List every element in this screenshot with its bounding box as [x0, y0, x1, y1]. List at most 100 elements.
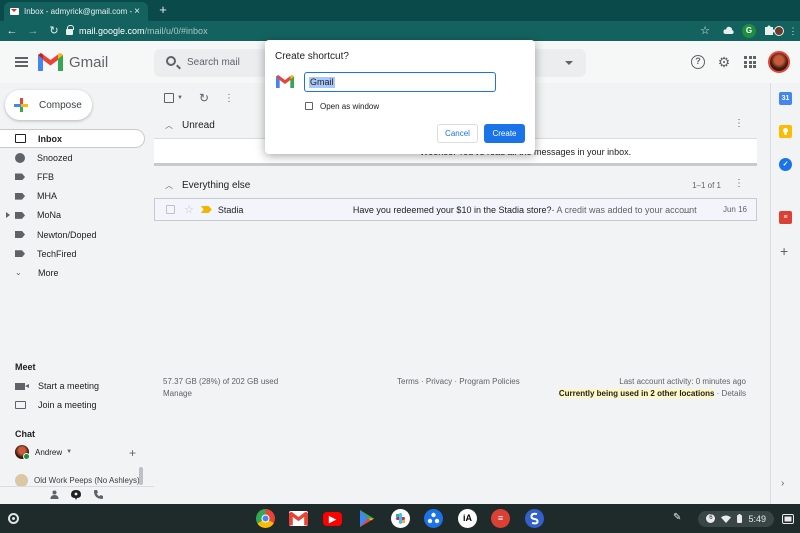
lock-icon [66, 24, 74, 35]
expand-panel-chevron-icon[interactable]: › [781, 478, 784, 489]
more-options-icon[interactable]: ⋮ [224, 93, 234, 104]
mail-subject: Have you redeemed your $10 in the Stadia… [352, 204, 552, 215]
chat-scrollbar[interactable] [139, 467, 143, 485]
section-more-icon[interactable]: ⋮ [734, 119, 744, 129]
sidebar-item-newton-doped[interactable]: Newton/Doped [0, 225, 150, 244]
gmail-icon[interactable] [289, 511, 308, 526]
person-icon[interactable] [48, 490, 60, 502]
search-icon[interactable] [166, 56, 176, 66]
tablet-mode-icon[interactable] [782, 513, 794, 524]
browser-profile-avatar[interactable] [774, 26, 784, 36]
join-meeting-button[interactable]: Join a meeting [15, 398, 97, 412]
details-link[interactable]: · Details [714, 389, 746, 398]
new-chat-button[interactable]: + [129, 446, 136, 460]
importance-marker-icon[interactable] [200, 206, 212, 213]
side-panel: 31 ✓ ≡ + › [770, 83, 800, 504]
expand-arrow-icon[interactable] [6, 211, 10, 218]
phone-icon[interactable] [92, 490, 104, 502]
sidebar-item-more[interactable]: ⌄ More [0, 263, 150, 282]
sidebar-item-mona[interactable]: MoNa [0, 206, 150, 225]
everything-else-section-header[interactable]: ︿ Everything else [154, 172, 757, 198]
other-locations-highlight: Currently being used in 2 other location… [558, 389, 715, 398]
chrome-icon[interactable] [256, 509, 275, 528]
ia-writer-icon[interactable]: iA [458, 509, 477, 528]
sidebar-item-label: MHA [37, 191, 57, 202]
start-meeting-label: Start a meeting [38, 381, 100, 391]
url-path: /mail/u/0/#inbox [144, 26, 208, 36]
youtube-icon[interactable]: ▶ [323, 512, 342, 526]
select-all-checkbox[interactable] [164, 93, 174, 103]
list-toolbar: ▼ ↻ ⋮ [164, 91, 234, 105]
keep-app-icon[interactable] [779, 125, 792, 138]
create-button[interactable]: Create [484, 124, 525, 143]
start-meeting-button[interactable]: Start a meeting [15, 379, 99, 393]
browser-tab-inbox[interactable]: Inbox - admyrick@gmail.com - G × [4, 2, 148, 21]
back-button[interactable]: ← [3, 22, 21, 40]
account-avatar[interactable] [768, 51, 790, 73]
open-as-window-label[interactable]: Open as window [320, 102, 379, 111]
tab-close-icon[interactable]: × [132, 6, 142, 17]
shortcut-name-input[interactable] [304, 72, 496, 92]
chevron-down-icon: ▼ [66, 449, 73, 455]
chat-group-name: Old Work Peeps (No Ashleys) [34, 476, 140, 485]
compose-button[interactable]: Compose [5, 90, 92, 120]
sidebar-item-techfired[interactable]: TechFired [0, 244, 150, 263]
new-tab-button[interactable]: + [156, 2, 170, 18]
refresh-icon[interactable]: ↻ [199, 91, 209, 105]
create-shortcut-dialog: Create shortcut? Gmail Open as window Ca… [265, 40, 535, 154]
cancel-button[interactable]: Cancel [437, 124, 478, 143]
chat-user-name: Andrew [35, 447, 63, 457]
open-as-window-checkbox[interactable] [305, 102, 313, 110]
search-options-caret-icon[interactable] [565, 61, 573, 65]
stylus-tools-icon[interactable]: ✎ [673, 512, 681, 523]
sidebar-item-inbox[interactable]: Inbox [0, 129, 145, 149]
reload-button[interactable]: ↻ [45, 22, 63, 40]
chevron-down-icon: ⌄ [15, 268, 22, 278]
status-tray[interactable]: 6 5:49 [698, 509, 794, 528]
terms-links[interactable]: Terms · Privacy · Program Policies [397, 377, 520, 386]
mail-row[interactable]: ☆ Stadia Have you redeemed your $10 in t… [154, 198, 757, 221]
status-pill[interactable]: 6 5:49 [698, 510, 774, 527]
play-store-icon[interactable] [357, 509, 376, 528]
dialog-title: Create shortcut? [275, 51, 349, 62]
slack-icon[interactable] [391, 509, 410, 528]
section-more-icon[interactable]: ⋮ [734, 179, 744, 189]
address-bar[interactable]: mail.google.com/mail/u/0/#inbox [66, 23, 716, 39]
tasks-app-icon[interactable]: ✓ [779, 158, 792, 171]
chat-user-status[interactable]: Andrew ▼ [15, 445, 73, 460]
add-addon-icon[interactable]: + [780, 243, 788, 259]
todoist-addon-icon[interactable]: ≡ [779, 211, 792, 224]
manage-storage-link[interactable]: Manage [163, 389, 192, 398]
wifi-icon [721, 515, 732, 523]
select-dropdown-icon[interactable]: ▼ [177, 95, 183, 101]
gmail-logo-icon [276, 75, 294, 88]
google-apps-grid-icon[interactable] [743, 55, 757, 69]
sidebar-item-label: FFB [37, 171, 54, 182]
help-icon[interactable]: ? [691, 55, 705, 69]
sidebar-item-snoozed[interactable]: Snoozed [0, 148, 150, 167]
collapse-chevron-icon[interactable]: ︿ [165, 120, 173, 131]
row-checkbox[interactable] [166, 205, 175, 214]
last-activity: Last account activity: 0 minutes ago [619, 377, 746, 386]
sidebar-item-mha[interactable]: MHA [0, 187, 150, 206]
settings-gear-icon[interactable]: ⚙ [717, 55, 731, 69]
cloud-extension-icon[interactable] [721, 24, 735, 38]
calendar-app-icon[interactable]: 31 [779, 92, 792, 105]
mail-sender: Stadia [217, 204, 244, 215]
forward-button[interactable]: → [24, 22, 42, 40]
sidebar-item-ffb[interactable]: FFB [0, 167, 150, 186]
launcher-icon[interactable] [8, 513, 19, 524]
bookmark-star-icon[interactable]: ☆ [698, 24, 712, 38]
main-menu-icon[interactable] [15, 57, 28, 67]
todoist-icon[interactable]: ≡ [491, 509, 510, 528]
collapse-chevron-icon[interactable]: ︿ [165, 180, 173, 191]
chat-bubble-icon[interactable] [70, 490, 82, 502]
browser-menu-icon[interactable]: ⋮ [786, 24, 800, 38]
simplenote-icon[interactable] [525, 509, 544, 528]
video-camera-icon [15, 382, 29, 390]
label-icon [15, 192, 25, 200]
docs-dots-icon[interactable] [424, 509, 443, 528]
star-icon[interactable]: ☆ [184, 203, 194, 216]
grammarly-extension-icon[interactable]: G [742, 24, 756, 38]
mail-date: Jun 16 [722, 205, 747, 214]
